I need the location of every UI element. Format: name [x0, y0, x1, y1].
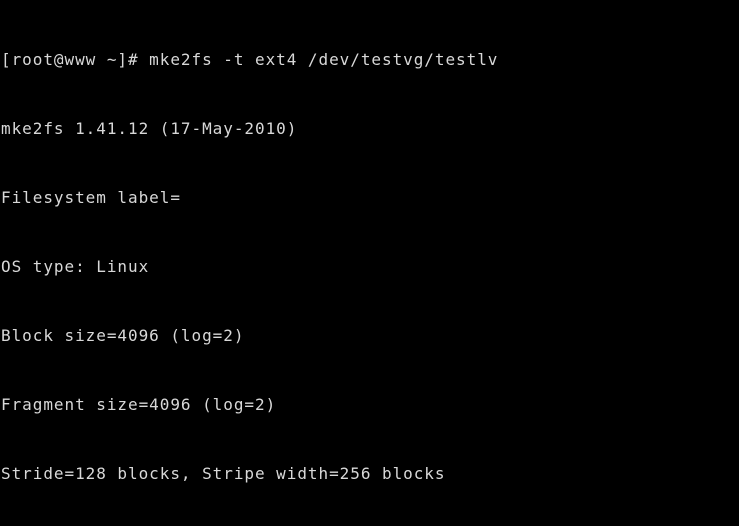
- terminal-line-block-size: Block size=4096 (log=2): [1, 326, 245, 345]
- terminal-line-version: mke2fs 1.41.12 (17-May-2010): [1, 119, 298, 138]
- terminal-line-stride-stripe: Stride=128 blocks, Stripe width=256 bloc…: [1, 464, 446, 483]
- terminal-line-fragment-size: Fragment size=4096 (log=2): [1, 395, 277, 414]
- terminal-line-os-type: OS type: Linux: [1, 257, 150, 276]
- terminal-line-filesystem-label: Filesystem label=: [1, 188, 181, 207]
- terminal-line-command: [root@www ~]# mke2fs -t ext4 /dev/testvg…: [1, 50, 499, 69]
- terminal-screen[interactable]: [root@www ~]# mke2fs -t ext4 /dev/testvg…: [0, 0, 739, 526]
